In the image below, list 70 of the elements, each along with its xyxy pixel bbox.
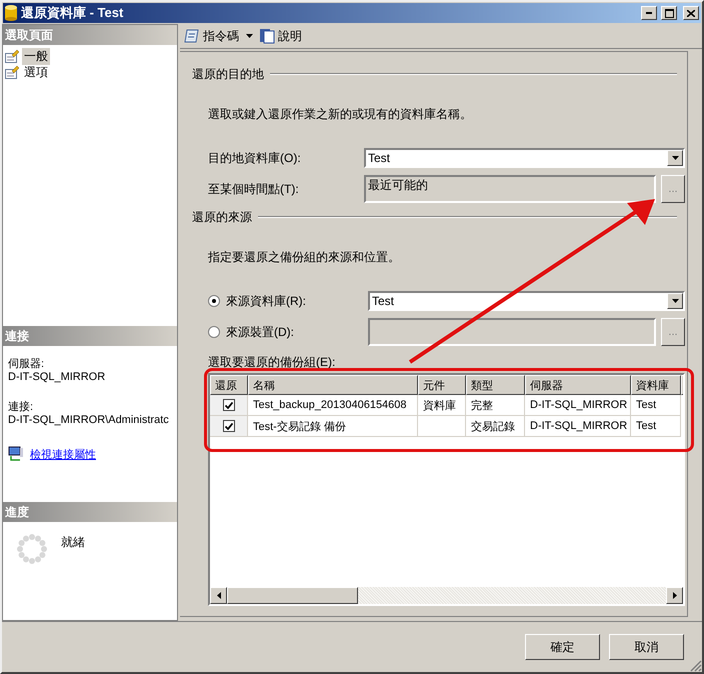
server-label: 伺服器: (8, 357, 46, 371)
right-arrow-icon (672, 592, 676, 599)
close-button[interactable] (683, 6, 699, 20)
dialog-button[interactable]: 取消 (609, 634, 684, 660)
status-text: 就緒 (61, 534, 85, 551)
toolbar-button[interactable]: 說明 (259, 28, 302, 44)
dropdown-field[interactable]: Test (364, 148, 685, 168)
resize-grip-icon[interactable] (690, 660, 702, 672)
help-book-icon (259, 28, 275, 44)
page-icon (5, 66, 19, 78)
maximize-icon (664, 8, 674, 18)
dropdown-arrow-icon (672, 156, 678, 160)
table-cell: D-IT-SQL_MIRROR (525, 416, 631, 437)
checkbox[interactable] (222, 420, 234, 432)
table-cell: Test (631, 395, 681, 416)
scrollbar-thumb[interactable] (227, 587, 358, 604)
radio-button[interactable] (208, 295, 220, 307)
column-header[interactable]: 名稱 (248, 375, 418, 395)
column-header[interactable]: 元件 (418, 375, 466, 395)
table-cell: Test_backup_20130406154608 (248, 395, 418, 416)
checkbox[interactable] (222, 399, 234, 411)
dropdown-arrow-icon (672, 299, 678, 303)
minimize-button[interactable] (641, 6, 657, 20)
column-header[interactable]: 資料庫 (631, 375, 681, 395)
table-cell (418, 416, 466, 437)
section-header: 連接 (3, 326, 177, 346)
table-cell: 交易記錄 (466, 416, 525, 437)
minimize-icon (646, 12, 652, 14)
database-icon (5, 5, 17, 21)
table-cell: D-IT-SQL_MIRROR (525, 395, 631, 416)
page-item[interactable]: 一般 (22, 48, 50, 64)
window-title: 還原資料庫 - Test (21, 4, 124, 22)
dialog-button[interactable]: 確定 (525, 634, 600, 660)
column-header[interactable]: 伺服器 (525, 375, 631, 395)
section-header: 選取頁面 (3, 25, 177, 45)
page-icon (5, 50, 19, 62)
computer-icon (8, 446, 24, 462)
close-icon (687, 10, 695, 16)
description-text: 指定要還原之備份組的來源和位置。 (207, 249, 401, 266)
page-item[interactable]: 選項 (22, 64, 50, 80)
field-label: 至某個時間點(T): (208, 180, 300, 198)
option-label: 來源資料庫(R): (226, 292, 306, 310)
table-cell: 完整 (466, 395, 525, 416)
column-header[interactable]: 還原 (210, 375, 248, 395)
scroll-right-button[interactable] (666, 587, 683, 604)
dropdown-arrow-icon (246, 34, 253, 38)
scroll-left-button[interactable] (210, 587, 227, 604)
connection-properties-link[interactable]: 檢視連接屬性 (30, 446, 96, 462)
section-title: 還原的來源 (192, 208, 252, 226)
spinner-icon (17, 534, 47, 564)
column-header[interactable]: 類型 (466, 375, 525, 395)
table-cell: Test-交易記錄 備份 (248, 416, 418, 437)
section-header: 進度 (3, 502, 177, 522)
connection-label: 連接: (8, 400, 34, 414)
script-icon (184, 28, 200, 44)
description-text: 選取或鍵入還原作業之新的或現有的資料庫名稱。 (207, 106, 473, 123)
dropdown-field[interactable]: Test (368, 291, 685, 311)
table-label: 選取要還原的備份組(E): (207, 354, 336, 371)
checkmark-icon (224, 422, 232, 430)
table-cell: 資料庫 (418, 395, 466, 416)
table-cell: Test (631, 416, 681, 437)
checkmark-icon (224, 402, 232, 408)
toolbar-button[interactable]: 指令碼 (184, 28, 253, 44)
server-name: D-IT-SQL_MIRROR (8, 371, 106, 383)
section-title: 還原的目的地 (192, 66, 264, 82)
field-label: 目的地資料庫(O): (208, 150, 302, 166)
option-label: 來源裝置(D): (226, 324, 294, 340)
left-arrow-icon (216, 592, 220, 599)
connection-name: D-IT-SQL_MIRROR\Administratc (8, 414, 170, 426)
maximize-button[interactable] (661, 6, 677, 20)
